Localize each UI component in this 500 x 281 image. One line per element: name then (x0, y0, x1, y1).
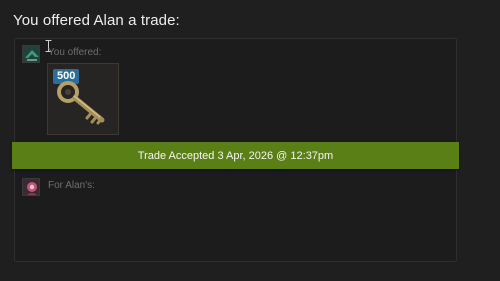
trade-accepted-banner: Trade Accepted 3 Apr, 2026 @ 12:37pm (12, 142, 459, 169)
you-offered-label: You offered: (48, 47, 102, 58)
for-alan-label: For Alan's: (48, 180, 95, 191)
user-avatar[interactable] (22, 45, 40, 63)
key-icon (57, 81, 105, 125)
trade-item-slot[interactable]: 500 (47, 63, 119, 135)
page-title: You offered Alan a trade: (13, 12, 180, 29)
alan-avatar[interactable] (22, 178, 40, 196)
green-avatar-icon (23, 46, 39, 62)
pink-avatar-icon (23, 179, 39, 195)
